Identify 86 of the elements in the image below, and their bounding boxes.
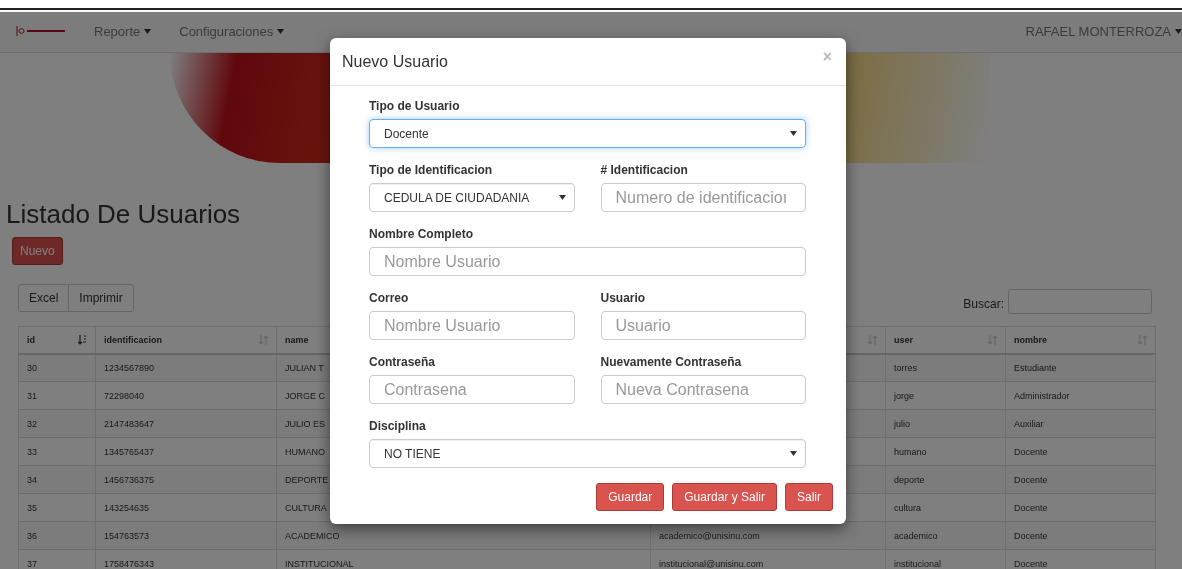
input-field[interactable]: Nombre Usuario [369,311,575,340]
table-cell: deporte [894,474,925,485]
page-title: Listado De Usuarios [6,199,242,229]
select-field[interactable]: NO TIENE [369,439,806,468]
table-cell: 34 [27,474,37,485]
input-field[interactable]: Nueva Contrasena [600,375,806,404]
input-field[interactable]: Nombre Usuario [369,247,806,276]
column-header[interactable]: id [27,334,35,345]
field-label: # Identificacion [600,163,689,177]
table-cell: Docente [1014,558,1048,569]
table-cell: 72298040 [104,390,145,401]
dialog-button[interactable]: Guardar y Salir [672,483,777,511]
table-cell: 1456736375 [104,474,155,485]
table-cell: Docente [1014,530,1048,541]
table-cell: Docente [1014,446,1048,457]
table-cell: 143254635 [104,502,150,513]
field-label: Usuario [600,291,647,305]
table-cell: 2147483647 [104,418,155,429]
table-cell: Administrador [1014,390,1070,401]
caret-icon [277,28,285,34]
table-cell: cultura [894,502,921,513]
table-cell: institucional [894,558,942,569]
table-cell: 1345765437 [104,446,155,457]
nav-menu[interactable]: Configuraciones [179,23,285,39]
dialog-title: Nuevo Usuario [342,52,448,71]
table-cell: Auxiliar [1014,418,1044,429]
caret-icon [790,131,797,136]
table-cell: 35 [27,502,37,513]
input-field[interactable]: Numero de identificacioı [600,183,806,212]
caret-icon [790,451,797,456]
field-label: Nombre Completo [369,227,474,241]
select-field[interactable]: CEDULA DE CIUDADANIA [369,183,575,212]
table-cell: HUMANO [285,446,325,457]
dialog-button[interactable]: Guardar [596,483,665,511]
table-cell: JULIO ES [285,418,325,429]
search-field[interactable] [1008,289,1152,314]
column-header[interactable]: identificacion [104,334,162,345]
table-cell: 32 [27,418,37,429]
table-cell: 154763573 [104,530,150,541]
table-cell: academico [894,530,938,541]
table-cell: torres [894,362,917,373]
new-button[interactable]: Nuevo [12,237,63,265]
field-label: Disciplina [369,419,427,433]
table-cell: institucional@unisinu.com [659,558,764,569]
column-header[interactable]: user [894,334,913,345]
table-cell: Docente [1014,502,1048,513]
table-cell: academico@unisinu.com [659,530,760,541]
export-button[interactable]: Excel [18,283,70,312]
field-label: Tipo de Usuario [369,99,461,113]
table-cell: JORGE C [285,390,325,401]
user-menu[interactable]: RAFAEL MONTERROZA [1025,23,1182,39]
select-field[interactable]: Docente [369,119,806,148]
table-cell: Estudiante [1014,362,1057,373]
table-cell: 33 [27,446,37,457]
table-cell: INSTITUCIONAL [285,558,354,569]
sort-icon[interactable] [78,334,87,345]
caret-icon [1175,28,1182,34]
table-cell: 1234567890 [104,362,155,373]
logo-icon [16,25,66,37]
caret-icon [558,195,566,200]
table-cell: CULTURA [285,502,327,513]
table-cell: Docente [1014,474,1048,485]
field-label: Tipo de Identificacion [369,163,494,177]
column-header[interactable]: name [285,334,309,345]
input-field[interactable]: Contrasena [369,375,575,404]
table-cell: 36 [27,530,37,541]
table-cell: JULIAN T [285,362,324,373]
nav-menu[interactable]: Reporte [94,23,152,39]
table-cell: 31 [27,390,37,401]
table-cell: humano [894,446,927,457]
table-cell: DEPORTE [285,474,329,485]
table-cell: 37 [27,558,37,569]
dialog-button[interactable]: Salir [785,483,833,511]
column-header[interactable]: nombre [1014,334,1047,345]
input-field[interactable]: Usuario [600,311,806,340]
search-label: Buscar: [963,296,1004,311]
table-cell: 1758476343 [104,558,155,569]
caret-icon [144,28,152,34]
field-label: Correo [369,291,410,305]
field-label: Contraseña [369,355,437,369]
table-cell: jorge [894,390,914,401]
table-cell: ACADEMICO [285,530,340,541]
field-label: Nuevamente Contraseña [600,355,743,369]
table-cell: 30 [27,362,37,373]
export-button[interactable]: Imprimir [68,283,134,312]
table-cell: julio [894,418,910,429]
